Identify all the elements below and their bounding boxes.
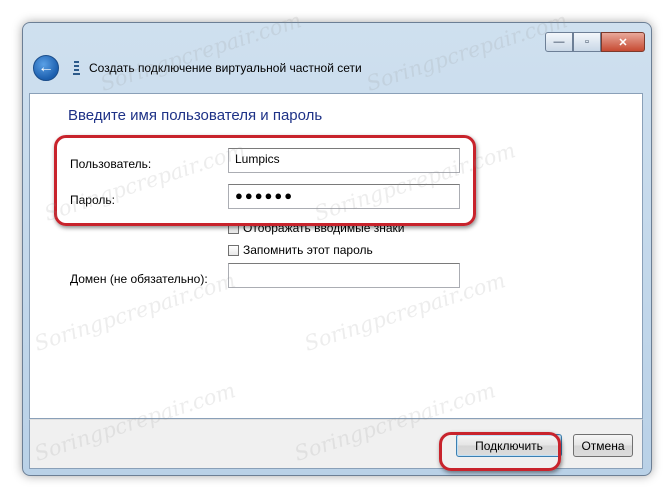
title-bar: — ▫ ✕ ← Создать подключение виртуальной …: [23, 23, 651, 93]
connect-highlight: [439, 432, 561, 471]
vpn-dialog-window: — ▫ ✕ ← Создать подключение виртуальной …: [22, 22, 652, 476]
remember-password-label: Запомнить этот пароль: [243, 243, 373, 257]
domain-input[interactable]: [228, 263, 460, 288]
window-title: Создать подключение виртуальной частной …: [89, 61, 362, 75]
remember-password-checkbox[interactable]: [228, 244, 239, 256]
credentials-highlight: [54, 135, 476, 226]
page-heading: Введите имя пользователя и пароль: [68, 107, 323, 124]
back-arrow-icon[interactable]: ←: [33, 55, 59, 81]
maximize-button[interactable]: ▫: [573, 32, 601, 52]
remember-password-checkbox-row[interactable]: Запомнить этот пароль: [228, 243, 373, 257]
network-icon: [71, 60, 81, 76]
minimize-button[interactable]: —: [545, 32, 573, 52]
close-button[interactable]: ✕: [601, 32, 645, 52]
cancel-button[interactable]: Отмена: [573, 434, 633, 457]
domain-label: Домен (не обязательно):: [70, 272, 208, 286]
